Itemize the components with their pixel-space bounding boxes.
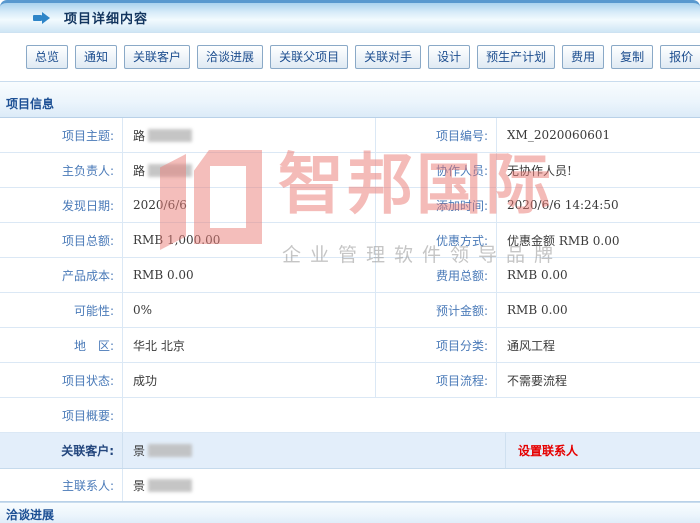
set-contact-link[interactable]: 设置联系人 <box>518 442 578 459</box>
field-value-text: 无协作人员! <box>507 162 572 179</box>
toolbar: 总览通知关联客户洽谈进展关联父项目关联对手设计预生产计划费用复制报价合同预购 <box>0 33 700 81</box>
field-value: 路 <box>123 153 376 187</box>
customer-action-cell: 设置联系人 <box>506 433 700 468</box>
field-value-text: RMB 0.00 <box>507 303 568 317</box>
field-label: 项目状态: <box>0 363 123 397</box>
field-value-text: 优惠金额 RMB 0.00 <box>507 232 620 249</box>
toolbar-button[interactable]: 复制 <box>611 45 653 69</box>
table-row: 发现日期: 2020/6/6 添加时间: 2020/6/6 14:24:50 <box>0 188 700 223</box>
customer-name: 景 <box>133 442 145 459</box>
section-header-project-info: 项目信息 <box>0 81 700 117</box>
field-value: RMB 0.00 <box>497 258 700 292</box>
toolbar-button[interactable]: 设计 <box>428 45 470 69</box>
field-label: 关联客户: <box>0 433 123 468</box>
table-row-summary: 项目概要: <box>0 398 700 433</box>
page-title: 项目详细内容 <box>64 8 148 27</box>
field-value-text: 路 <box>133 127 145 144</box>
section-header-negotiation-progress: 洽谈进展 <box>0 502 700 523</box>
field-value-text: RMB 0.00 <box>507 268 568 282</box>
contact-name: 景 <box>133 477 145 494</box>
toolbar-button[interactable]: 费用 <box>562 45 604 69</box>
field-value: 无协作人员! <box>497 153 700 187</box>
field-value: 成功 <box>123 363 376 397</box>
field-value-text: 通风工程 <box>507 337 555 354</box>
toolbar-button[interactable]: 洽谈进展 <box>197 45 263 69</box>
field-value-text: 2020/6/6 <box>133 198 187 212</box>
field-value-text: XM_2020060601 <box>507 128 610 142</box>
field-value-text: 路 <box>133 162 145 179</box>
arrow-right-icon <box>33 12 50 24</box>
field-value: 不需要流程 <box>497 363 700 397</box>
table-row: 可能性: 0% 预计金额: RMB 0.00 <box>0 293 700 328</box>
toolbar-button[interactable]: 预生产计划 <box>477 45 555 69</box>
field-value: RMB 1,000.00 <box>123 223 376 257</box>
field-label: 项目编号: <box>376 118 497 152</box>
field-value-text: RMB 1,000.00 <box>133 233 220 247</box>
field-label: 发现日期: <box>0 188 123 222</box>
field-label: 项目主题: <box>0 118 123 152</box>
field-value: 2020/6/6 <box>123 188 376 222</box>
field-label: 项目总额: <box>0 223 123 257</box>
section-title: 洽谈进展 <box>6 506 54 523</box>
toolbar-button[interactable]: 关联客户 <box>124 45 190 69</box>
table-row: 项目主题: 路 项目编号: XM_2020060601 <box>0 118 700 153</box>
field-value: 景 <box>123 433 506 468</box>
field-label: 协作人员: <box>376 153 497 187</box>
field-value-text: 不需要流程 <box>507 372 567 389</box>
table-row: 主负责人: 路 协作人员: 无协作人员! <box>0 153 700 188</box>
field-label: 预计金额: <box>376 293 497 327</box>
field-value: 优惠金额 RMB 0.00 <box>497 223 700 257</box>
redacted-value <box>148 479 192 492</box>
field-value-text: 成功 <box>133 372 157 389</box>
redacted-value <box>148 129 192 142</box>
table-row: 项目总额: RMB 1,000.00 优惠方式: 优惠金额 RMB 0.00 <box>0 223 700 258</box>
section-title: 项目信息 <box>6 95 54 112</box>
toolbar-button[interactable]: 关联父项目 <box>270 45 348 69</box>
table-row: 项目状态: 成功 项目流程: 不需要流程 <box>0 363 700 398</box>
field-value: 2020/6/6 14:24:50 <box>497 188 700 222</box>
redacted-value <box>148 444 192 457</box>
field-label: 项目概要: <box>0 398 123 432</box>
field-value-text: 2020/6/6 14:24:50 <box>507 198 619 212</box>
field-value-text: 华北 北京 <box>133 337 185 354</box>
field-value: XM_2020060601 <box>497 118 700 152</box>
table-row: 地 区: 华北 北京 项目分类: 通风工程 <box>0 328 700 363</box>
field-value: RMB 0.00 <box>497 293 700 327</box>
field-value-text: RMB 0.00 <box>133 268 194 282</box>
field-label: 优惠方式: <box>376 223 497 257</box>
table-row-main-contact: 主联系人: 景 <box>0 469 700 501</box>
field-value <box>123 398 700 432</box>
field-value-text: 0% <box>133 303 152 317</box>
toolbar-button[interactable]: 关联对手 <box>355 45 421 69</box>
toolbar-button[interactable]: 总览 <box>26 45 68 69</box>
table-row-related-customer: 关联客户: 景 设置联系人 <box>0 433 700 469</box>
toolbar-button[interactable]: 通知 <box>75 45 117 69</box>
field-label: 产品成本: <box>0 258 123 292</box>
field-value: 路 <box>123 118 376 152</box>
project-detail-page: 项目详细内容 总览通知关联客户洽谈进展关联父项目关联对手设计预生产计划费用复制报… <box>0 0 700 523</box>
field-label: 地 区: <box>0 328 123 362</box>
toolbar-button[interactable]: 报价 <box>660 45 700 69</box>
table-row: 产品成本: RMB 0.00 费用总额: RMB 0.00 <box>0 258 700 293</box>
field-label: 添加时间: <box>376 188 497 222</box>
project-info-table: 项目主题: 路 项目编号: XM_2020060601 主负责人: 路 协作人员… <box>0 117 700 502</box>
redacted-value <box>148 164 192 177</box>
field-label: 主联系人: <box>0 469 123 501</box>
field-value: 华北 北京 <box>123 328 376 362</box>
field-label: 项目流程: <box>376 363 497 397</box>
page-header: 项目详细内容 <box>0 0 700 33</box>
field-value: 0% <box>123 293 376 327</box>
field-value: 通风工程 <box>497 328 700 362</box>
field-value: 景 <box>123 469 700 501</box>
field-value: RMB 0.00 <box>123 258 376 292</box>
field-label: 主负责人: <box>0 153 123 187</box>
field-label: 项目分类: <box>376 328 497 362</box>
field-label: 可能性: <box>0 293 123 327</box>
field-label: 费用总额: <box>376 258 497 292</box>
